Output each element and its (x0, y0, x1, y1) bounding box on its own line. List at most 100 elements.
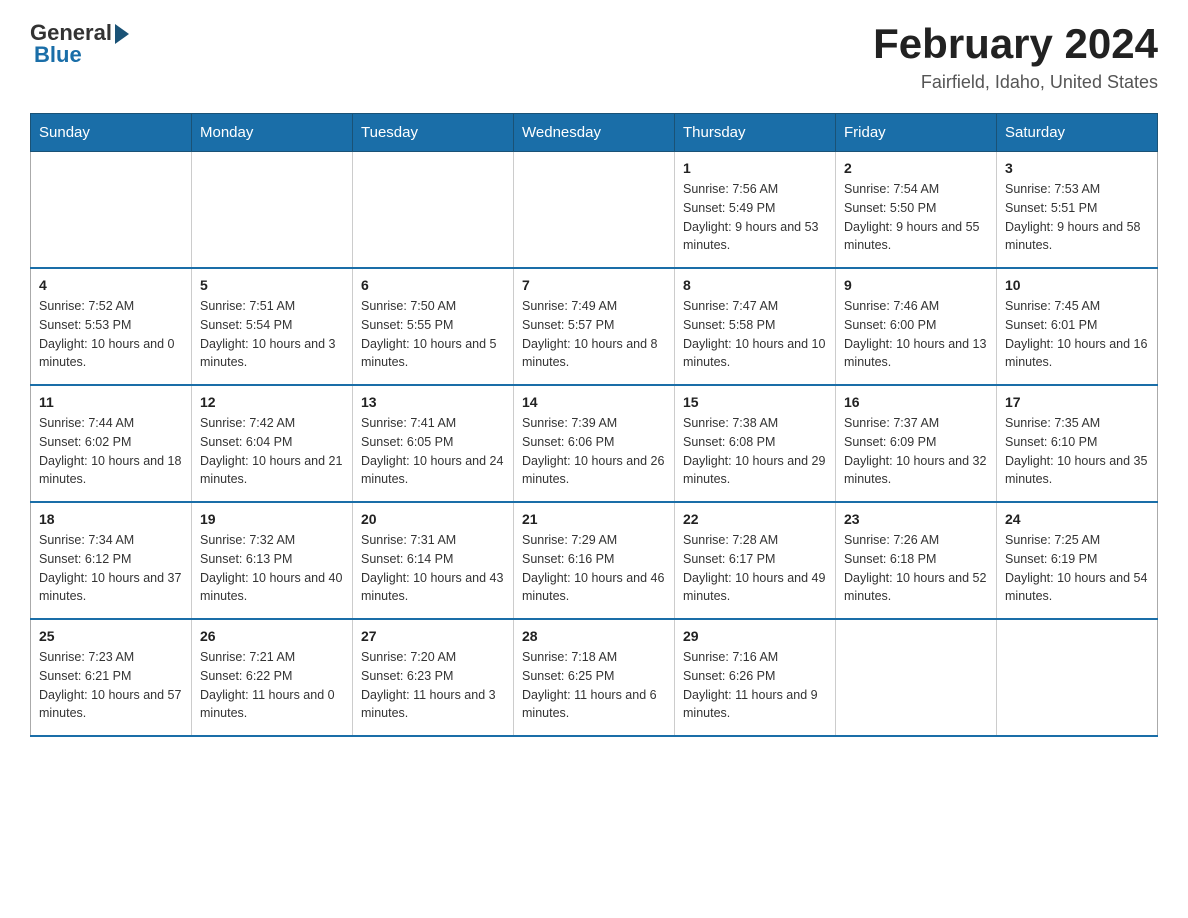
calendar-week-3: 11Sunrise: 7:44 AMSunset: 6:02 PMDayligh… (31, 385, 1158, 502)
calendar-cell: 12 Sunrise: 7:42 AMSunset: 6:04 PMDayligh… (192, 385, 353, 502)
day-info: Sunrise: 7:16 AMSunset: 6:26 PMDaylight:… (683, 648, 827, 723)
day-number: 28 (522, 628, 666, 644)
day-header-row: SundayMondayTuesdayWednesdayThursdayFrid… (31, 114, 1158, 152)
logo: General Blue (30, 20, 129, 68)
day-number: 5 (200, 277, 344, 293)
day-number: 14 (522, 394, 666, 410)
day-info: Sunrise: 7:20 AMSunset: 6:23 PMDaylight:… (361, 648, 505, 723)
month-title: February 2024 (873, 20, 1158, 68)
calendar-cell: 19 Sunrise: 7:32 AMSunset: 6:13 PMDayligh… (192, 502, 353, 619)
day-number: 27 (361, 628, 505, 644)
day-header-monday: Monday (192, 114, 353, 152)
day-number: 6 (361, 277, 505, 293)
day-info: Sunrise: 7:52 AMSunset: 5:53 PMDaylight:… (39, 297, 183, 372)
day-info: Sunrise: 7:28 AMSunset: 6:17 PMDaylight:… (683, 531, 827, 606)
day-number: 13 (361, 394, 505, 410)
day-number: 3 (1005, 160, 1149, 176)
day-info: Sunrise: 7:50 AMSunset: 5:55 PMDaylight:… (361, 297, 505, 372)
day-number: 10 (1005, 277, 1149, 293)
calendar-cell: 11Sunrise: 7:44 AMSunset: 6:02 PMDayligh… (31, 385, 192, 502)
calendar-cell: 9 Sunrise: 7:46 AMSunset: 6:00 PMDaylight… (836, 268, 997, 385)
calendar-cell (836, 619, 997, 736)
calendar-cell: 22 Sunrise: 7:28 AMSunset: 6:17 PMDayligh… (675, 502, 836, 619)
calendar-cell (192, 152, 353, 269)
logo-blue-text: Blue (34, 42, 82, 68)
day-info: Sunrise: 7:53 AMSunset: 5:51 PMDaylight:… (1005, 180, 1149, 255)
day-number: 9 (844, 277, 988, 293)
calendar-week-5: 25 Sunrise: 7:23 AMSunset: 6:21 PMDayligh… (31, 619, 1158, 736)
day-header-sunday: Sunday (31, 114, 192, 152)
calendar-cell (353, 152, 514, 269)
calendar-cell: 23 Sunrise: 7:26 AMSunset: 6:18 PMDayligh… (836, 502, 997, 619)
day-number: 22 (683, 511, 827, 527)
day-info: Sunrise: 7:26 AMSunset: 6:18 PMDaylight:… (844, 531, 988, 606)
calendar-cell: 27 Sunrise: 7:20 AMSunset: 6:23 PMDayligh… (353, 619, 514, 736)
day-header-tuesday: Tuesday (353, 114, 514, 152)
calendar-cell: 3 Sunrise: 7:53 AMSunset: 5:51 PMDaylight… (997, 152, 1158, 269)
day-info: Sunrise: 7:46 AMSunset: 6:00 PMDaylight:… (844, 297, 988, 372)
title-block: February 2024 Fairfield, Idaho, United S… (873, 20, 1158, 93)
calendar-cell: 6 Sunrise: 7:50 AMSunset: 5:55 PMDaylight… (353, 268, 514, 385)
day-number: 15 (683, 394, 827, 410)
calendar-header: SundayMondayTuesdayWednesdayThursdayFrid… (31, 114, 1158, 152)
day-header-wednesday: Wednesday (514, 114, 675, 152)
location-text: Fairfield, Idaho, United States (873, 72, 1158, 93)
day-info: Sunrise: 7:34 AMSunset: 6:12 PMDaylight:… (39, 531, 183, 606)
day-header-thursday: Thursday (675, 114, 836, 152)
day-info: Sunrise: 7:41 AMSunset: 6:05 PMDaylight:… (361, 414, 505, 489)
calendar-cell: 26 Sunrise: 7:21 AMSunset: 6:22 PMDayligh… (192, 619, 353, 736)
calendar-cell: 29 Sunrise: 7:16 AMSunset: 6:26 PMDayligh… (675, 619, 836, 736)
day-number: 12 (200, 394, 344, 410)
calendar-cell: 16Sunrise: 7:37 AMSunset: 6:09 PMDayligh… (836, 385, 997, 502)
calendar-cell: 24 Sunrise: 7:25 AMSunset: 6:19 PMDayligh… (997, 502, 1158, 619)
calendar-body: 1 Sunrise: 7:56 AMSunset: 5:49 PMDaylight… (31, 152, 1158, 737)
day-info: Sunrise: 7:29 AMSunset: 6:16 PMDaylight:… (522, 531, 666, 606)
day-info: Sunrise: 7:37 AMSunset: 6:09 PMDaylight:… (844, 414, 988, 489)
calendar-cell: 25 Sunrise: 7:23 AMSunset: 6:21 PMDayligh… (31, 619, 192, 736)
day-number: 11 (39, 394, 183, 410)
calendar-cell: 28 Sunrise: 7:18 AMSunset: 6:25 PMDayligh… (514, 619, 675, 736)
day-info: Sunrise: 7:42 AMSunset: 6:04 PMDaylight:… (200, 414, 344, 489)
day-number: 18 (39, 511, 183, 527)
calendar-cell: 10 Sunrise: 7:45 AMSunset: 6:01 PMDayligh… (997, 268, 1158, 385)
day-number: 23 (844, 511, 988, 527)
day-info: Sunrise: 7:31 AMSunset: 6:14 PMDaylight:… (361, 531, 505, 606)
day-number: 25 (39, 628, 183, 644)
day-number: 1 (683, 160, 827, 176)
day-info: Sunrise: 7:23 AMSunset: 6:21 PMDaylight:… (39, 648, 183, 723)
calendar-cell: 4 Sunrise: 7:52 AMSunset: 5:53 PMDaylight… (31, 268, 192, 385)
calendar-cell: 15Sunrise: 7:38 AMSunset: 6:08 PMDayligh… (675, 385, 836, 502)
calendar-cell (997, 619, 1158, 736)
day-number: 24 (1005, 511, 1149, 527)
day-number: 17 (1005, 394, 1149, 410)
day-info: Sunrise: 7:18 AMSunset: 6:25 PMDaylight:… (522, 648, 666, 723)
day-number: 26 (200, 628, 344, 644)
page-header: General Blue February 2024 Fairfield, Id… (30, 20, 1158, 93)
day-number: 7 (522, 277, 666, 293)
day-info: Sunrise: 7:56 AMSunset: 5:49 PMDaylight:… (683, 180, 827, 255)
day-info: Sunrise: 7:39 AMSunset: 6:06 PMDaylight:… (522, 414, 666, 489)
day-info: Sunrise: 7:21 AMSunset: 6:22 PMDaylight:… (200, 648, 344, 723)
day-header-friday: Friday (836, 114, 997, 152)
day-info: Sunrise: 7:35 AMSunset: 6:10 PMDaylight:… (1005, 414, 1149, 489)
calendar-cell: 20 Sunrise: 7:31 AMSunset: 6:14 PMDayligh… (353, 502, 514, 619)
day-number: 19 (200, 511, 344, 527)
day-header-saturday: Saturday (997, 114, 1158, 152)
day-info: Sunrise: 7:49 AMSunset: 5:57 PMDaylight:… (522, 297, 666, 372)
calendar-cell: 1 Sunrise: 7:56 AMSunset: 5:49 PMDaylight… (675, 152, 836, 269)
calendar-cell: 18 Sunrise: 7:34 AMSunset: 6:12 PMDayligh… (31, 502, 192, 619)
calendar-cell: 8 Sunrise: 7:47 AMSunset: 5:58 PMDaylight… (675, 268, 836, 385)
calendar-cell (514, 152, 675, 269)
day-number: 8 (683, 277, 827, 293)
calendar-cell: 5Sunrise: 7:51 AMSunset: 5:54 PMDaylight… (192, 268, 353, 385)
calendar-cell: 13 Sunrise: 7:41 AMSunset: 6:05 PMDayligh… (353, 385, 514, 502)
day-number: 29 (683, 628, 827, 644)
day-number: 20 (361, 511, 505, 527)
day-info: Sunrise: 7:25 AMSunset: 6:19 PMDaylight:… (1005, 531, 1149, 606)
calendar-cell: 14 Sunrise: 7:39 AMSunset: 6:06 PMDayligh… (514, 385, 675, 502)
calendar-week-2: 4 Sunrise: 7:52 AMSunset: 5:53 PMDaylight… (31, 268, 1158, 385)
day-info: Sunrise: 7:32 AMSunset: 6:13 PMDaylight:… (200, 531, 344, 606)
day-info: Sunrise: 7:47 AMSunset: 5:58 PMDaylight:… (683, 297, 827, 372)
day-number: 4 (39, 277, 183, 293)
day-info: Sunrise: 7:45 AMSunset: 6:01 PMDaylight:… (1005, 297, 1149, 372)
